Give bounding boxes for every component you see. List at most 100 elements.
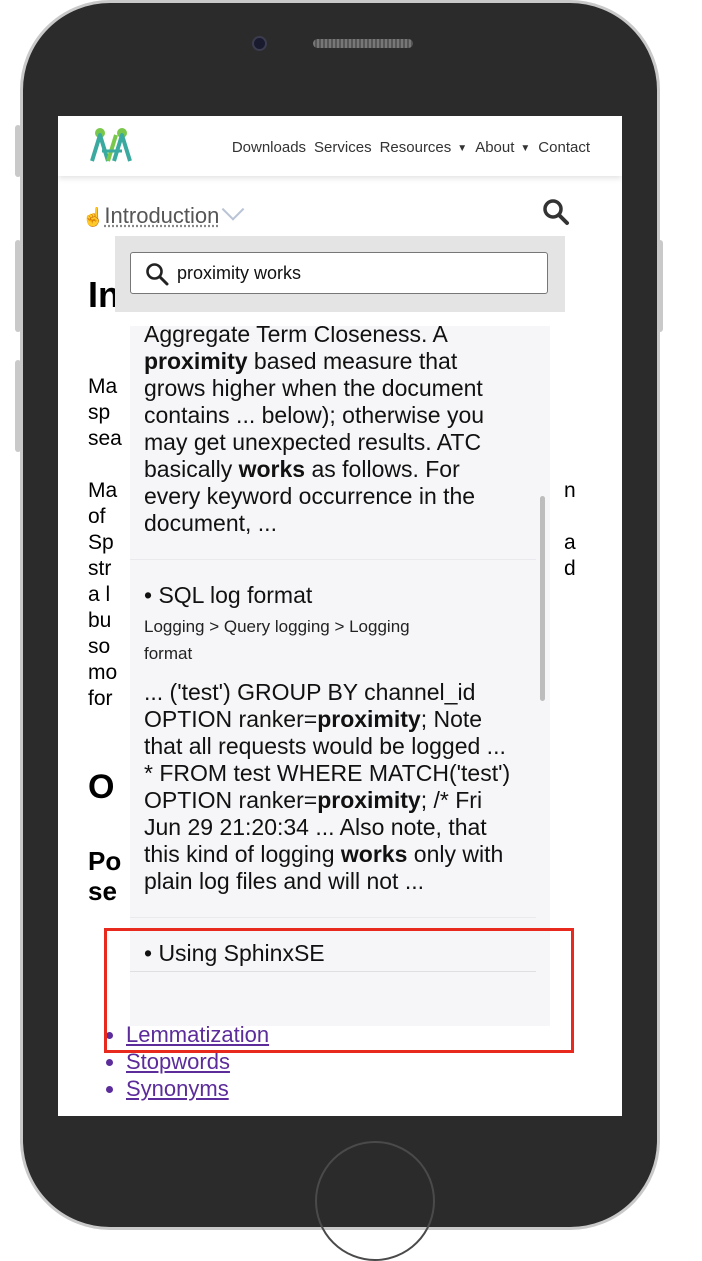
search-input[interactable]: [177, 253, 537, 293]
snippet-line: OPTION ranker=proximity; Note: [144, 706, 536, 733]
snippet-line: OPTION ranker=proximity; /* Fri: [144, 787, 536, 814]
caret-down-icon: ▼: [457, 143, 467, 154]
text-line: a l: [88, 582, 117, 608]
snippet-text: as follows. For: [305, 456, 460, 482]
snippet-text: may get unexpected results. ATC: [144, 429, 481, 455]
text-line: Ma: [88, 374, 122, 400]
highlighted-term: works: [341, 841, 407, 867]
text-line: bu: [88, 608, 117, 634]
text-line: Ma: [88, 478, 117, 504]
result-title[interactable]: • SQL log format: [130, 582, 536, 609]
snippet-text: basically: [144, 456, 239, 482]
section-heading: O: [88, 768, 114, 807]
site-logo[interactable]: [88, 127, 136, 163]
nav-contact[interactable]: Contact: [538, 139, 590, 156]
search-result-item[interactable]: Aggregate Term Closeness. Aproximity bas…: [130, 326, 536, 537]
snippet-line: contains ... below); otherwise you: [144, 402, 536, 429]
site-navbar: Downloads Services Resources ▼ About ▼ Con…: [58, 116, 622, 176]
snippet-line: that all requests would be logged ...: [144, 733, 536, 760]
snippet-line: basically works as follows. For: [144, 456, 536, 483]
text-line: format: [144, 640, 536, 667]
front-camera: [252, 36, 267, 51]
search-field[interactable]: [130, 252, 548, 294]
volume-down-button: [15, 360, 21, 452]
result-breadcrumb: Logging > Query logging > Logging format: [130, 613, 536, 667]
text-line: [564, 504, 576, 530]
nav-about-label: About: [475, 139, 514, 156]
snippet-line: * FROM test WHERE MATCH('test'): [144, 760, 536, 787]
text-line: str: [88, 556, 117, 582]
intro-paragraph-2-right: n a d: [564, 478, 576, 582]
search-panel: [115, 236, 565, 312]
result-snippet: ... ('test') GROUP BY channel_id OPTION r…: [130, 679, 536, 895]
nav-resources-label: Resources: [380, 139, 452, 156]
snippet-text: only with: [407, 841, 503, 867]
text-line: se: [88, 876, 121, 906]
nav-services[interactable]: Services: [314, 139, 372, 156]
text-line: d: [564, 556, 576, 582]
text-line: Sp: [88, 530, 117, 556]
search-results-panel[interactable]: Aggregate Term Closeness. Aproximity bas…: [130, 326, 550, 1026]
text-line: n: [564, 478, 576, 504]
text-line: sp: [88, 400, 122, 426]
highlighted-term: proximity: [317, 706, 421, 732]
snippet-text: document, ...: [144, 510, 277, 536]
toc-toggle[interactable]: ☝Introduction: [82, 203, 241, 229]
snippet-text: * FROM test WHERE MATCH('test'): [144, 760, 510, 786]
snippet-line: may get unexpected results. ATC: [144, 429, 536, 456]
snippet-line: plain log files and will not ...: [144, 868, 536, 895]
text-line: of: [88, 504, 117, 530]
chevron-down-icon: [222, 198, 245, 221]
power-button: [657, 240, 663, 332]
mute-switch: [15, 125, 21, 177]
text-line: Logging > Query logging > Logging: [144, 613, 536, 640]
snippet-text: ; Note: [421, 706, 482, 732]
snippet-line: document, ...: [144, 510, 536, 537]
snippet-text: every keyword occurrence in the: [144, 483, 475, 509]
speaker-grille: [313, 39, 413, 48]
pointing-hand-icon: ☝: [82, 207, 104, 227]
nav-downloads[interactable]: Downloads: [232, 139, 306, 156]
highlighted-term: proximity: [317, 787, 421, 813]
text-line: sea: [88, 426, 122, 452]
highlighted-term: works: [239, 456, 305, 482]
nav-resources[interactable]: Resources ▼: [380, 139, 468, 156]
result-divider: [130, 559, 536, 560]
snippet-text: that all requests would be logged ...: [144, 733, 506, 759]
intro-paragraph-1: Ma sp sea: [88, 374, 122, 452]
snippet-text: this kind of logging: [144, 841, 341, 867]
search-icon[interactable]: [542, 198, 570, 226]
snippet-text: contains ... below); otherwise you: [144, 402, 484, 428]
results-list: Aggregate Term Closeness. Aproximity bas…: [130, 326, 536, 972]
caret-down-icon: ▼: [520, 143, 530, 154]
search-result-item[interactable]: • SQL log format Logging > Query logging …: [130, 582, 536, 895]
highlight-annotation-box: [104, 928, 574, 1053]
text-line: a: [564, 530, 576, 556]
snippet-text: based measure that: [248, 348, 458, 374]
snippet-line: Jun 29 21:20:34 ... Also note, that: [144, 814, 536, 841]
text-line: for: [88, 686, 117, 712]
text-line: Po: [88, 846, 121, 876]
volume-up-button: [15, 240, 21, 332]
text-line: mo: [88, 660, 117, 686]
intro-paragraph-2: Ma of Sp str a l bu so mo for: [88, 478, 117, 712]
snippet-text: OPTION ranker=: [144, 706, 317, 732]
nav-about[interactable]: About ▼: [475, 139, 530, 156]
text-line: so: [88, 634, 117, 660]
results-scrollbar[interactable]: [540, 496, 545, 701]
snippet-text: grows higher when the document: [144, 375, 483, 401]
snippet-line: proximity based measure that: [144, 348, 536, 375]
snippet-text: ... ('test') GROUP BY channel_id: [144, 679, 475, 705]
snippet-text: plain log files and will not ...: [144, 868, 424, 894]
snippet-line: every keyword occurrence in the: [144, 483, 536, 510]
snippet-line: grows higher when the document: [144, 375, 536, 402]
snippet-line: this kind of logging works only with: [144, 841, 536, 868]
snippet-text: ; /* Fri: [421, 787, 482, 813]
search-icon: [145, 262, 169, 286]
home-button[interactable]: [315, 1141, 435, 1261]
snippet-line: Aggregate Term Closeness. A: [144, 326, 536, 348]
snippet-text: Jun 29 21:20:34 ... Also note, that: [144, 814, 487, 840]
highlighted-term: proximity: [144, 348, 248, 374]
snippet-text: Aggregate Term Closeness. A: [144, 326, 448, 347]
link-synonyms[interactable]: Synonyms: [126, 1075, 269, 1102]
